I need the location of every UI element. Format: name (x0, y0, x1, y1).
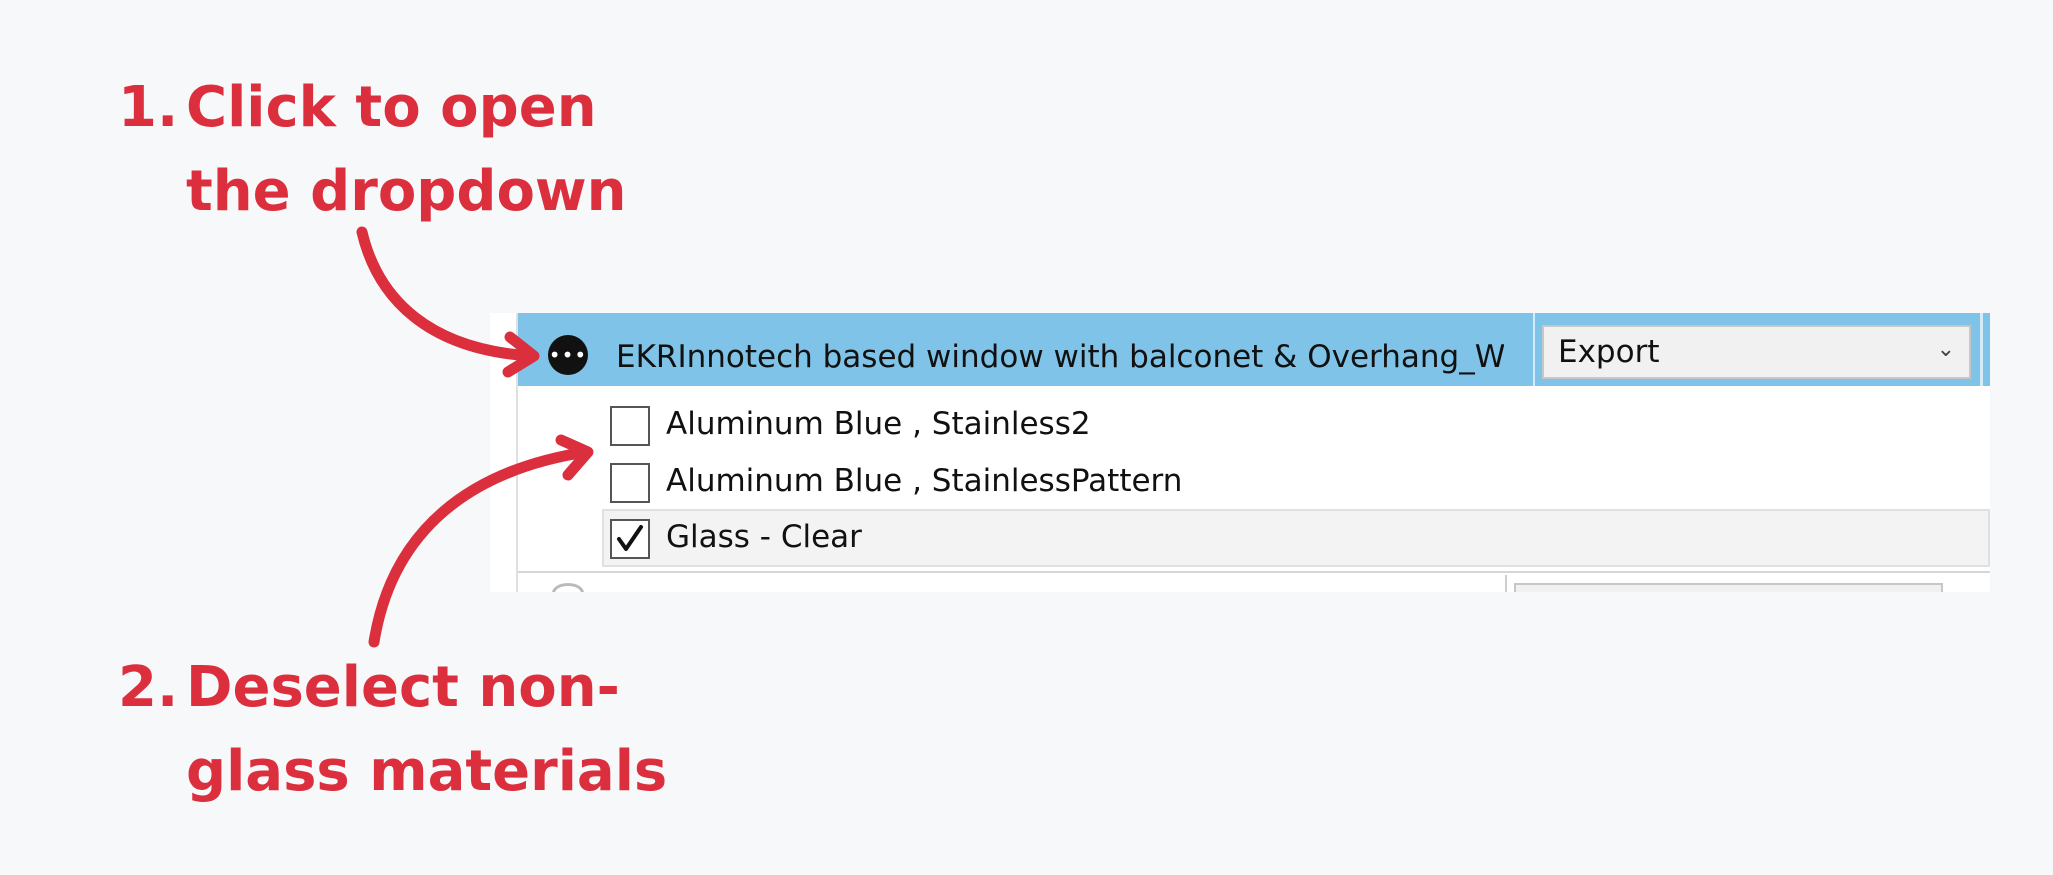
annotation-step-1: 1. Click to open the dropdown (118, 66, 706, 234)
export-dropdown-value: Export (1558, 334, 1660, 370)
material-item[interactable]: Aluminum Blue , Stainless2 (602, 396, 1990, 452)
more-icon[interactable]: ••• (548, 335, 588, 375)
material-group-name: EKRInnotech based window with balconet &… (616, 339, 1504, 375)
column-divider (1505, 575, 1507, 592)
annotation-step-2: 2. Deselect non-glass materials (118, 646, 706, 814)
export-dropdown[interactable]: Export ⌄ (1542, 325, 1971, 379)
material-item-label: Aluminum Blue , Stainless2 (666, 406, 1091, 442)
material-item-label: Aluminum Blue , StainlessPattern (666, 463, 1183, 499)
material-item[interactable]: Aluminum Blue , StainlessPattern (602, 453, 1990, 509)
step-2-text: Deselect non-glass materials (186, 655, 668, 804)
material-checkbox[interactable] (610, 519, 650, 559)
column-divider (1980, 313, 1983, 386)
material-item-label: Glass - Clear (666, 519, 862, 555)
row-separator (518, 571, 1990, 573)
step-2-number: 2. (118, 655, 179, 720)
material-checkbox[interactable] (610, 406, 650, 446)
material-export-panel: Export ⌄ ••• EKRInnotech based window wi… (490, 313, 1990, 592)
step-1-number: 1. (118, 75, 179, 140)
step-1-text: Click to open the dropdown (186, 75, 627, 224)
chevron-down-icon: ⌄ (1936, 337, 1955, 362)
checkmark-icon (617, 525, 643, 551)
next-row-dropdown (1514, 583, 1943, 592)
material-checkbox[interactable] (610, 463, 650, 503)
column-divider (1533, 313, 1535, 386)
next-row-icon (552, 583, 584, 592)
material-item[interactable]: Glass - Clear (602, 509, 1990, 567)
